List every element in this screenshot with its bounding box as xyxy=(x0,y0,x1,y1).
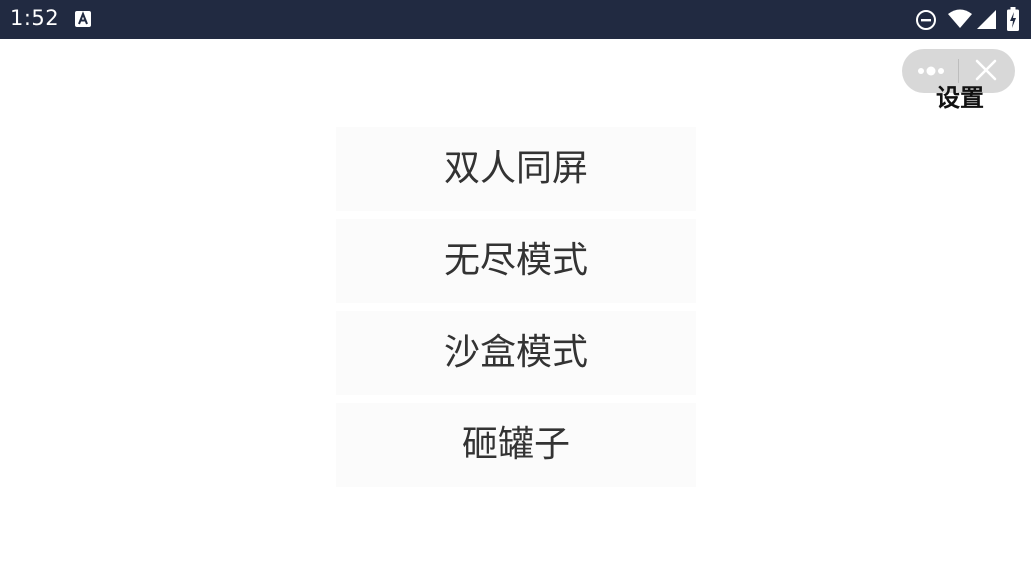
status-icons xyxy=(901,0,1031,39)
main-menu: 双人同屏 无尽模式 沙盒模式 砸罐子 xyxy=(336,127,696,495)
battery-charging-icon xyxy=(1007,7,1019,31)
menu-item-smash-jars[interactable]: 砸罐子 xyxy=(336,403,696,487)
menu-item-sandbox-mode[interactable]: 沙盒模式 xyxy=(336,311,696,395)
menu-item-two-player[interactable]: 双人同屏 xyxy=(336,127,696,211)
cell-signal-icon xyxy=(977,10,996,29)
a-letter-icon xyxy=(75,11,91,27)
status-bar: 1:52 xyxy=(0,0,1031,39)
menu-item-endless-mode[interactable]: 无尽模式 xyxy=(336,219,696,303)
do-not-disturb-icon xyxy=(916,10,936,30)
wifi-icon xyxy=(948,9,972,28)
settings-button[interactable]: 设置 xyxy=(934,84,986,112)
status-time: 1:52 xyxy=(10,6,60,30)
